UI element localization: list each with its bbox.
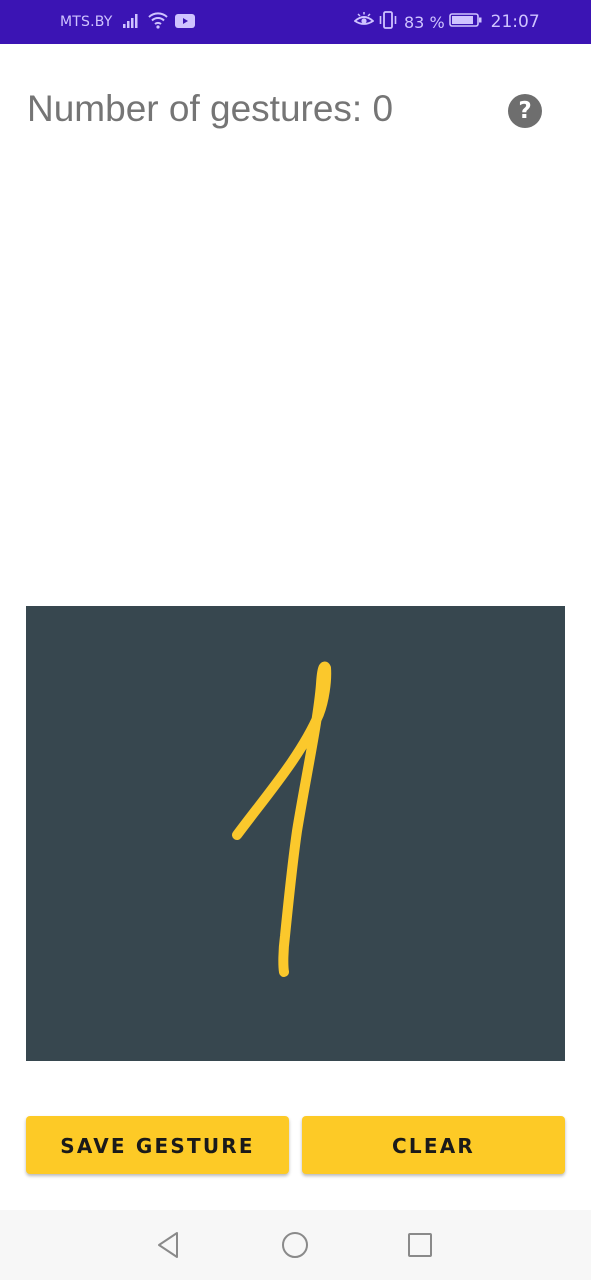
battery-percent: 83 %: [404, 12, 445, 32]
wifi-icon: [147, 11, 169, 33]
status-right-icons: 83 % 21:07: [353, 11, 540, 33]
gesture-stroke-canvas: [232, 661, 332, 977]
carrier-label: MTS.BY: [60, 14, 113, 30]
gesture-pad[interactable]: [26, 606, 565, 1061]
save-gesture-button[interactable]: SAVE GESTURE: [26, 1116, 289, 1174]
recent-square-icon[interactable]: [404, 1229, 436, 1261]
status-bar: MTS.BY 83 % 21:07: [0, 0, 591, 44]
home-circle-icon[interactable]: [279, 1229, 311, 1261]
signal-icon: [123, 12, 141, 32]
eye-icon: [353, 12, 375, 32]
gesture-count-title: Number of gestures: 0: [27, 88, 394, 129]
vibrate-icon: [378, 11, 398, 33]
clock: 21:07: [490, 12, 540, 32]
question-circle-icon[interactable]: ?: [508, 94, 542, 128]
help-glyph: ?: [518, 98, 532, 124]
gesture-stroke: [232, 661, 332, 977]
battery-icon: [448, 12, 483, 32]
status-left-icons: [123, 12, 195, 32]
back-triangle-icon[interactable]: [153, 1229, 185, 1261]
navigation-bar: [0, 1210, 591, 1280]
clear-button[interactable]: CLEAR: [302, 1116, 565, 1174]
youtube-icon: [175, 13, 195, 32]
